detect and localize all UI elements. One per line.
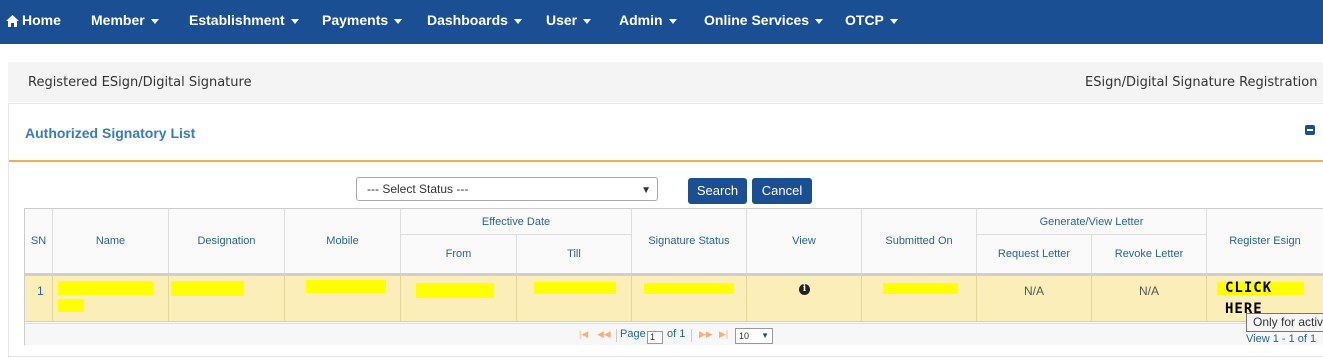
header-generate-view-letter: Generate/View Letter bbox=[977, 209, 1207, 234]
home-icon bbox=[6, 15, 19, 27]
tooltip: Only for active bbox=[1246, 313, 1323, 332]
status-select[interactable]: --- Select Status --- ▼ bbox=[356, 177, 658, 201]
nav-member[interactable]: Member bbox=[91, 0, 159, 40]
redacted-signature-status bbox=[644, 283, 734, 294]
nav-label: Establishment bbox=[189, 12, 285, 28]
page-size-select[interactable]: 10 ▼ bbox=[735, 328, 773, 344]
redacted-from-date bbox=[416, 283, 494, 298]
collapse-icon[interactable] bbox=[1305, 125, 1315, 135]
caret-down-icon bbox=[290, 18, 299, 24]
header-mobile[interactable]: Mobile bbox=[285, 209, 401, 273]
signatory-table: SN Name Designation Mobile Effective Dat… bbox=[24, 208, 1323, 345]
header-submitted-on[interactable]: Submitted On bbox=[862, 209, 977, 273]
view-records-info: View 1 - 1 of 1 bbox=[1246, 333, 1317, 345]
cell-sn: 1 bbox=[25, 276, 53, 321]
next-page-icon[interactable]: ▶▶ bbox=[699, 329, 713, 340]
panel-divider bbox=[9, 160, 1323, 162]
header-effective-date: Effective Date bbox=[401, 209, 632, 234]
redacted-designation bbox=[171, 281, 244, 296]
header-designation[interactable]: Designation bbox=[169, 209, 285, 273]
breadcrumb: Registered ESign/Digital Signature ESign… bbox=[8, 62, 1323, 102]
nav-dashboards[interactable]: Dashboards bbox=[427, 0, 522, 40]
cell-till bbox=[517, 276, 632, 321]
nav-label: Member bbox=[91, 12, 145, 28]
nav-label: Dashboards bbox=[427, 12, 508, 28]
header-request-letter[interactable]: Request Letter bbox=[977, 234, 1092, 273]
cell-name bbox=[53, 276, 169, 321]
nav-label: Admin bbox=[619, 12, 663, 28]
caret-down-icon bbox=[394, 18, 403, 24]
header-register-esign[interactable]: Register Esign bbox=[1207, 209, 1323, 273]
nav-admin[interactable]: Admin bbox=[619, 0, 677, 40]
header-signature-status[interactable]: Signature Status bbox=[632, 209, 747, 273]
redacted-mobile bbox=[306, 280, 386, 293]
page-size-value: 10 bbox=[739, 331, 750, 341]
prev-page-icon[interactable]: ◀◀ bbox=[597, 329, 611, 340]
table-row[interactable]: 1 i N/A N/A CLICK HERE bbox=[25, 275, 1323, 322]
chevron-down-icon: ▼ bbox=[761, 331, 769, 340]
header-sn[interactable]: SN bbox=[25, 209, 53, 273]
status-select-value: --- Select Status --- bbox=[367, 182, 469, 196]
table-pager: |◀ ◀◀ Page 1 of 1 ▶▶ ▶| 10 ▼ View 1 - 1 o… bbox=[25, 323, 1323, 345]
nav-establishment[interactable]: Establishment bbox=[189, 0, 299, 40]
cell-mobile bbox=[285, 276, 401, 321]
nav-label: OTCP bbox=[845, 12, 884, 28]
caret-down-icon bbox=[815, 18, 824, 24]
breadcrumb-parent-link[interactable]: ESign/Digital Signature Registration bbox=[1085, 75, 1317, 90]
cell-designation bbox=[169, 276, 285, 321]
page-of-label: of 1 bbox=[667, 328, 686, 340]
breadcrumb-current: Registered ESign/Digital Signature bbox=[28, 75, 252, 90]
revoke-letter-value: N/A bbox=[1138, 284, 1159, 298]
page-label: Page bbox=[620, 328, 646, 340]
request-letter-value: N/A bbox=[1023, 284, 1044, 298]
nav-label: Online Services bbox=[704, 12, 810, 28]
header-name[interactable]: Name bbox=[53, 209, 169, 273]
nav-label: User bbox=[546, 12, 578, 28]
page-input[interactable]: 1 bbox=[647, 331, 663, 344]
nav-user[interactable]: User bbox=[546, 0, 592, 40]
header-revoke-letter[interactable]: Revoke Letter bbox=[1092, 234, 1207, 273]
top-navbar: Home Member Establishment Payments Dashb… bbox=[0, 0, 1323, 44]
redacted-submitted-on bbox=[883, 283, 958, 294]
cell-revoke-letter: N/A bbox=[1092, 276, 1207, 321]
redacted-name-line2 bbox=[58, 299, 84, 312]
header-from[interactable]: From bbox=[401, 234, 517, 273]
cell-request-letter: N/A bbox=[977, 276, 1092, 321]
info-icon[interactable]: i bbox=[799, 284, 810, 295]
caret-down-icon bbox=[583, 18, 592, 24]
cell-signature-status bbox=[632, 276, 747, 321]
caret-down-icon bbox=[889, 18, 898, 24]
caret-down-icon bbox=[668, 18, 677, 24]
panel-title: Authorized Signatory List bbox=[25, 125, 196, 141]
caret-down-icon bbox=[150, 18, 159, 24]
redacted-name bbox=[58, 281, 153, 295]
cell-view: i bbox=[747, 276, 862, 321]
nav-home-label: Home bbox=[22, 12, 61, 28]
first-page-icon[interactable]: |◀ bbox=[579, 329, 588, 340]
pager-separator bbox=[616, 329, 617, 342]
row-sn: 1 bbox=[37, 284, 44, 298]
search-button[interactable]: Search bbox=[688, 178, 747, 204]
pager-separator bbox=[691, 329, 692, 342]
chevron-down-icon: ▼ bbox=[641, 185, 651, 196]
redacted-till-date bbox=[534, 282, 616, 294]
cell-from bbox=[401, 276, 517, 321]
last-page-icon[interactable]: ▶| bbox=[719, 329, 728, 340]
cell-submitted-on bbox=[862, 276, 977, 321]
nav-home[interactable]: Home bbox=[6, 0, 61, 40]
header-till[interactable]: Till bbox=[517, 234, 632, 273]
nav-online-services[interactable]: Online Services bbox=[704, 0, 824, 40]
nav-payments[interactable]: Payments bbox=[322, 0, 403, 40]
nav-otcp[interactable]: OTCP bbox=[845, 0, 898, 40]
header-view[interactable]: View bbox=[747, 209, 862, 273]
caret-down-icon bbox=[513, 18, 522, 24]
nav-label: Payments bbox=[322, 12, 389, 28]
cancel-button[interactable]: Cancel bbox=[752, 178, 812, 204]
